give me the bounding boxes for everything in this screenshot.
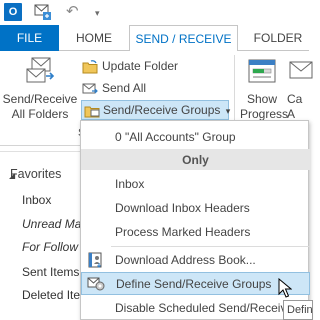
send-receive-all-folders-button[interactable]: Send/Receive All Folders — [2, 55, 78, 122]
define-groups-label: Define Send/Receive Groups — [116, 277, 272, 291]
customize-toolbar-icon[interactable]: ▾ — [95, 3, 107, 21]
address-book-icon — [88, 252, 102, 268]
favorites-header[interactable]: Favorites — [10, 167, 61, 181]
chevron-down-icon: ▾ — [225, 106, 231, 116]
menu-item-download-address-book[interactable]: Download Address Book... — [81, 249, 310, 271]
tab-folder[interactable]: FOLDER — [247, 25, 309, 51]
undo-icon[interactable]: ↶ — [66, 3, 82, 21]
send-receive-all-label-2: All Folders — [11, 107, 69, 121]
mouse-pointer-icon — [278, 278, 292, 298]
send-receive-groups-button[interactable]: Send/Receive Groups ▾ — [81, 100, 231, 120]
send-all-icon — [82, 83, 98, 94]
cancel-all-label-1: Ca — [287, 92, 303, 106]
menu-item-all-accounts-group[interactable]: 0 "All Accounts" Group — [81, 126, 310, 148]
menu-item-process-marked-headers[interactable]: Process Marked Headers — [81, 221, 310, 243]
folder-pane: ◢ Favorites Inbox Unread Ma For Follow U… — [0, 146, 90, 320]
outlook-app-icon[interactable]: O — [4, 3, 22, 21]
folder-item-inbox[interactable]: Inbox — [22, 193, 51, 207]
download-address-book-label: Download Address Book... — [115, 253, 256, 267]
send-receive-groups-label: Send/Receive Groups — [103, 103, 221, 117]
menu-separator — [111, 246, 310, 247]
folder-item-sent[interactable]: Sent Items — [22, 265, 79, 279]
show-progress-icon — [248, 59, 276, 83]
send-receive-groups-menu: 0 "All Accounts" Group Only Inbox Downlo… — [80, 120, 310, 320]
show-progress-label-1: Show — [246, 92, 278, 106]
show-progress-label-2: Progress — [240, 107, 289, 121]
update-folder-button[interactable]: Update Folder — [82, 57, 178, 76]
menu-item-define-send-receive-groups[interactable]: Define Send/Receive Groups — [81, 272, 310, 295]
cancel-all-label-2: A — [287, 107, 296, 121]
tab-home[interactable]: HOME — [66, 25, 122, 51]
send-receive-all-icon — [26, 57, 55, 83]
folder-item-unread[interactable]: Unread Ma — [22, 217, 81, 231]
send-all-label: Send All — [102, 81, 147, 95]
pane-divider — [0, 151, 90, 152]
tab-send-receive[interactable]: SEND / RECEIVE — [129, 25, 238, 52]
define-groups-icon — [87, 277, 105, 291]
send-all-button[interactable]: Send All — [82, 79, 146, 98]
send-receive-groups-icon — [84, 106, 100, 118]
cancel-all-icon — [289, 61, 313, 79]
menu-item-inbox[interactable]: Inbox — [81, 173, 310, 195]
send-receive-qat-icon[interactable] — [34, 3, 52, 21]
quick-access-toolbar: O ↶ ▾ — [0, 0, 309, 25]
send-receive-all-label-1: Send/Receive — [2, 92, 78, 106]
show-progress-button[interactable]: Show Progress — [240, 55, 288, 122]
update-folder-icon — [82, 60, 98, 74]
ribbon-tabs: FILE HOME SEND / RECEIVE FOLDER — [0, 25, 309, 52]
tab-file[interactable]: FILE — [0, 25, 59, 51]
tooltip: Defin — [283, 300, 313, 320]
menu-section-only: Only — [81, 149, 310, 170]
menu-item-disable-scheduled-send-receive[interactable]: Disable Scheduled Send/Receive — [81, 297, 310, 319]
cancel-all-button[interactable]: Ca A — [287, 55, 320, 122]
update-folder-label: Update Folder — [102, 59, 179, 73]
menu-item-download-inbox-headers[interactable]: Download Inbox Headers — [81, 197, 310, 219]
